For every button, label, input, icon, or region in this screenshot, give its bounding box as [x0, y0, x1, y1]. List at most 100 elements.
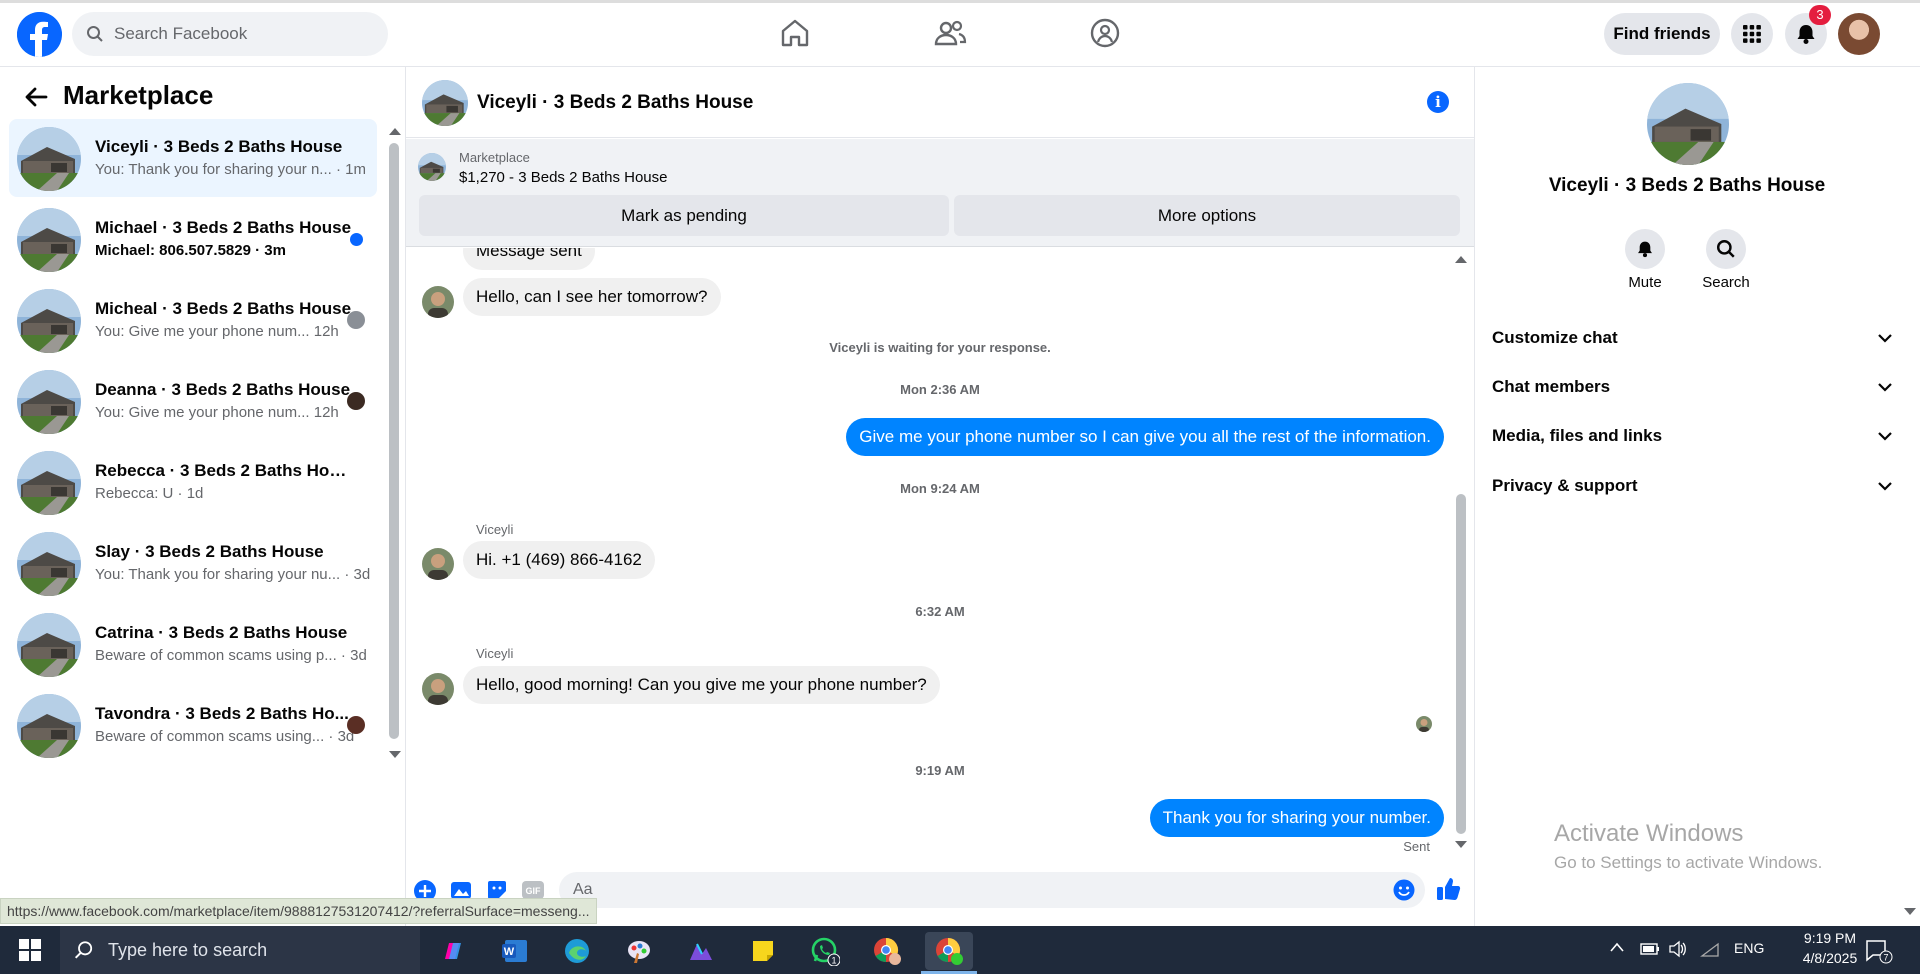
notification-count-badge: 3 — [1809, 5, 1831, 25]
friends-icon[interactable] — [933, 16, 967, 50]
activate-windows-watermark: Activate Windows — [1554, 820, 1744, 847]
more-options-button[interactable]: More options — [954, 195, 1460, 236]
menu-grid-icon[interactable] — [1731, 13, 1773, 55]
volume-icon[interactable] — [1668, 940, 1688, 958]
section-label: Media, files and links — [1492, 426, 1663, 445]
conversation-name: Deanna · 3 Beds 2 Baths House — [95, 380, 351, 399]
link-status-bar: https://www.facebook.com/marketplace/ite… — [0, 898, 597, 924]
seen-avatar — [347, 311, 365, 329]
message-bubble-outgoing: Thank you for sharing your number. — [1149, 799, 1444, 837]
notification-center-count: 7 — [1883, 953, 1888, 963]
action-center-icon[interactable]: 7 — [1864, 938, 1894, 964]
show-hidden-icons-chevron-icon[interactable] — [1610, 942, 1624, 952]
scroll-down-arrow-icon[interactable] — [1455, 841, 1467, 849]
clipchamp-icon[interactable] — [677, 932, 725, 970]
chevron-down-icon — [1878, 333, 1892, 343]
conversation-snippet: Rebecca: U · 1d — [95, 485, 204, 502]
chrome-active-icon[interactable] — [925, 932, 973, 970]
chat-listing-avatar[interactable] — [422, 80, 468, 126]
message-bubble-incoming: Hello, good morning! Can you give me you… — [463, 666, 940, 704]
mute-button[interactable] — [1625, 229, 1665, 269]
conversation-item[interactable]: Rebecca · 3 Beds 2 Baths House Rebecca: … — [9, 443, 377, 521]
sender-avatar — [422, 673, 454, 705]
section-label: Privacy & support — [1492, 476, 1638, 495]
activate-windows-subtext: Go to Settings to activate Windows. — [1554, 853, 1823, 872]
listing-price[interactable]: $1,270 - 3 Beds 2 Baths House — [459, 169, 667, 186]
bell-icon — [1638, 241, 1652, 258]
input-language[interactable]: ENG — [1734, 940, 1764, 956]
sticky-notes-icon[interactable] — [739, 932, 787, 970]
mute-label: Mute — [1628, 274, 1662, 291]
paint-icon[interactable] — [615, 932, 663, 970]
clock-time[interactable]: 9:19 PM — [1790, 930, 1870, 946]
section-label: Chat members — [1492, 377, 1611, 396]
search-icon — [1717, 240, 1735, 258]
chrome-profile-icon[interactable] — [863, 932, 911, 970]
word-icon[interactable]: W — [491, 932, 539, 970]
conversation-item[interactable]: Slay · 3 Beds 2 Baths House You: Thank y… — [9, 524, 377, 602]
info-panel-title: Viceyli · 3 Beds 2 Baths House — [1548, 175, 1826, 196]
conversation-snippet: You: Thank you for sharing your n... · 1… — [95, 161, 366, 178]
chat-title[interactable]: Viceyli · 3 Beds 2 Baths House — [477, 92, 753, 114]
like-thumbs-up-icon[interactable] — [1436, 876, 1462, 902]
emoji-icon[interactable] — [1393, 879, 1415, 901]
conversation-name: Catrina · 3 Beds 2 Baths House — [95, 623, 348, 642]
scroll-up-arrow-icon[interactable] — [389, 127, 401, 135]
conversation-snippet: You: Thank you for sharing your nu... · … — [95, 566, 371, 583]
windows-start-icon[interactable] — [0, 926, 60, 974]
gif-icon[interactable]: GIF — [521, 880, 545, 900]
conversation-item[interactable]: Tavondra · 3 Beds 2 Baths Ho... Beware o… — [9, 686, 377, 764]
search-in-conversation-button[interactable] — [1706, 229, 1746, 269]
copilot-icon[interactable] — [429, 932, 477, 970]
taskbar-search-box[interactable]: Type here to search — [60, 926, 420, 974]
message-thread: Message sent Hello, can I see her tomorr… — [406, 248, 1474, 868]
chevron-down-icon — [1878, 382, 1892, 392]
listing-thumbnail[interactable] — [418, 153, 446, 181]
sender-name: Viceyli — [476, 646, 514, 661]
svg-text:W: W — [504, 946, 515, 958]
page-scroll-down-arrow-icon[interactable] — [1904, 908, 1916, 916]
privacy-support-section[interactable]: Privacy & support — [1492, 466, 1892, 506]
edge-icon[interactable] — [553, 932, 601, 970]
info-icon[interactable]: i — [1427, 91, 1449, 113]
back-arrow-icon[interactable] — [24, 86, 48, 108]
customize-chat-section[interactable]: Customize chat — [1492, 318, 1892, 358]
sender-avatar — [422, 548, 454, 580]
search-facebook-input[interactable]: Search Facebook — [72, 12, 388, 56]
message-input[interactable]: Aa — [559, 872, 1425, 908]
conversation-item[interactable]: Viceyli · 3 Beds 2 Baths House You: Than… — [9, 119, 377, 197]
conversation-snippet: You: Give me your phone num... 12h — [95, 323, 339, 340]
scroll-down-arrow-icon[interactable] — [389, 751, 401, 759]
conversation-snippet: Beware of common scams using p... · 3d — [95, 647, 367, 664]
conversation-name: Viceyli · 3 Beds 2 Baths House — [95, 137, 343, 156]
conversation-list-scrollbar[interactable] — [389, 143, 399, 739]
message-bubble-incoming: Hi. +1 (469) 866-4162 — [463, 541, 655, 579]
conversation-item[interactable]: Micheal · 3 Beds 2 Baths House You: Give… — [9, 281, 377, 359]
search-icon — [87, 26, 103, 42]
find-friends-button[interactable]: Find friends — [1604, 13, 1720, 55]
listing-thumbnail — [17, 451, 81, 515]
mark-as-pending-button[interactable]: Mark as pending — [419, 195, 949, 236]
conversation-name: Rebecca · 3 Beds 2 Baths House — [95, 461, 355, 480]
taskbar-search-placeholder: Type here to search — [108, 939, 268, 960]
conversation-item[interactable]: Catrina · 3 Beds 2 Baths House Beware of… — [9, 605, 377, 683]
listing-thumbnail — [17, 532, 81, 596]
home-icon[interactable] — [778, 16, 812, 50]
clock-date[interactable]: 4/8/2025 — [1790, 950, 1870, 966]
sender-avatar — [422, 286, 454, 318]
message-thread-scrollbar[interactable] — [1456, 494, 1466, 834]
media-files-links-section[interactable]: Media, files and links — [1492, 416, 1892, 456]
groups-icon[interactable] — [1088, 16, 1122, 50]
battery-icon[interactable] — [1640, 942, 1660, 956]
whatsapp-icon[interactable]: 1 — [801, 932, 849, 970]
network-icon[interactable] — [1700, 942, 1720, 958]
chat-members-section[interactable]: Chat members — [1492, 367, 1892, 407]
facebook-logo-icon[interactable] — [17, 12, 62, 57]
conversation-item[interactable]: Deanna · 3 Beds 2 Baths House You: Give … — [9, 362, 377, 440]
scroll-up-arrow-icon[interactable] — [1455, 255, 1467, 263]
conversation-item[interactable]: Michael · 3 Beds 2 Baths House Michael: … — [9, 200, 377, 278]
info-panel-avatar[interactable] — [1647, 83, 1729, 165]
waiting-notice: Viceyli is waiting for your response. — [829, 340, 1051, 355]
listing-thumbnail — [17, 289, 81, 353]
profile-avatar[interactable] — [1838, 13, 1880, 55]
